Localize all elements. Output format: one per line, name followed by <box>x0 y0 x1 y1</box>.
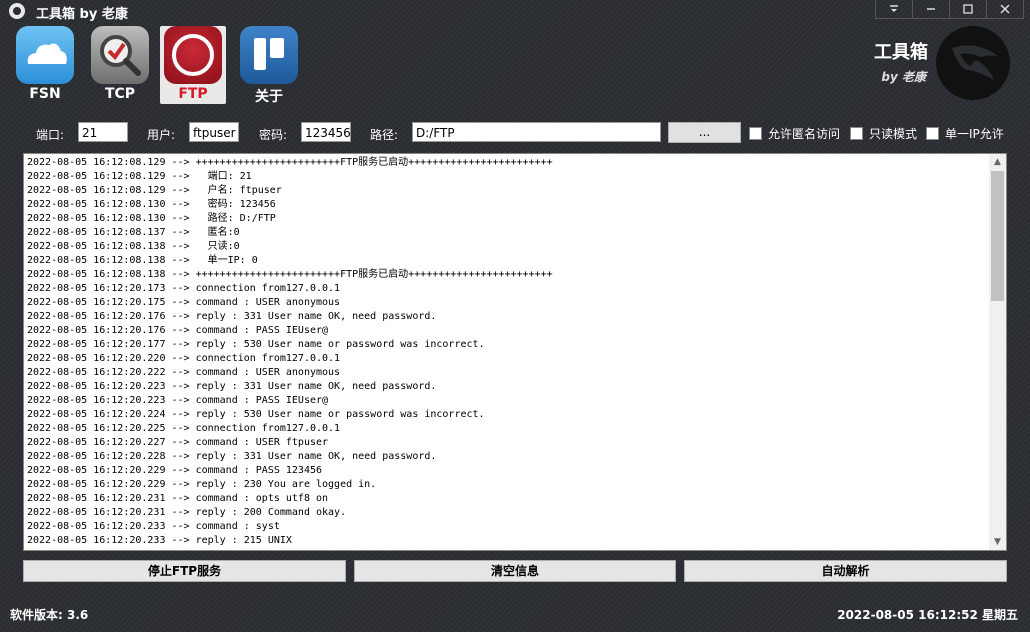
browse-button[interactable]: ... <box>668 122 741 143</box>
stop-ftp-button[interactable]: 停止FTP服务 <box>23 560 346 582</box>
swallow-logo-icon <box>936 26 1010 100</box>
log-line: 2022-08-05 16:12:20.220 --> connection f… <box>27 353 341 364</box>
scroll-down-icon[interactable]: ▼ <box>989 534 1006 550</box>
board-icon <box>240 26 298 84</box>
log-line: 2022-08-05 16:12:08.137 --> 匿名:0 <box>27 227 240 238</box>
cloud-icon <box>16 26 74 84</box>
dropdown-menu-icon[interactable] <box>876 0 912 18</box>
password-input[interactable]: 123456 <box>301 122 351 142</box>
log-line: 2022-08-05 16:12:20.229 --> command : PA… <box>27 465 323 476</box>
log-scrollbar[interactable]: ▲ ▼ <box>989 154 1006 550</box>
checkbox-icon <box>850 127 863 140</box>
user-label: 用户: <box>147 128 176 142</box>
allow-anonymous-checkbox[interactable]: 允许匿名访问 <box>749 125 840 142</box>
app-logo-icon <box>9 3 25 19</box>
tab-about-label: 关于 <box>255 89 283 105</box>
check-magnifier-icon <box>91 26 149 84</box>
current-datetime: 2022-08-05 16:12:52 星期五 <box>837 608 1018 622</box>
log-line: 2022-08-05 16:12:20.231 --> command : op… <box>27 493 329 504</box>
tab-fsn-label: FSN <box>29 86 61 102</box>
log-line: 2022-08-05 16:12:20.233 --> reply : 215 … <box>27 535 292 546</box>
tab-fsn[interactable]: FSN <box>14 26 80 104</box>
path-input[interactable]: D:/FTP <box>412 122 661 142</box>
log-lines: 2022-08-05 16:12:08.129 --> ++++++++++++… <box>27 156 987 548</box>
path-label: 路径: <box>370 128 399 142</box>
log-line: 2022-08-05 16:12:20.229 --> reply : 230 … <box>27 479 377 490</box>
log-output[interactable]: 2022-08-05 16:12:08.129 --> ++++++++++++… <box>23 153 1007 551</box>
readonly-checkbox[interactable]: 只读模式 <box>850 125 917 142</box>
brand: 工具箱 by 老康 <box>860 26 1020 102</box>
software-version: 软件版本: 3.6 <box>10 608 89 622</box>
log-line: 2022-08-05 16:12:20.228 --> reply : 331 … <box>27 451 437 462</box>
window-controls <box>875 0 1024 19</box>
tab-tcp[interactable]: TCP <box>89 26 155 104</box>
log-line: 2022-08-05 16:12:08.138 --> 只读:0 <box>27 241 240 252</box>
window-title: 工具箱 by 老康 <box>36 7 128 22</box>
user-input[interactable]: ftpuser <box>189 122 239 142</box>
minimize-icon[interactable] <box>912 0 949 18</box>
brand-title: 工具箱 <box>874 42 928 63</box>
single-ip-checkbox[interactable]: 单一IP允许 <box>926 125 1004 142</box>
log-line: 2022-08-05 16:12:08.129 --> 端口: 21 <box>27 171 252 182</box>
tab-tcp-label: TCP <box>104 86 136 102</box>
scroll-thumb[interactable] <box>991 171 1004 301</box>
log-line: 2022-08-05 16:12:08.138 --> 单一IP: 0 <box>27 255 258 266</box>
scroll-up-icon[interactable]: ▲ <box>989 154 1006 170</box>
log-line: 2022-08-05 16:12:20.175 --> command : US… <box>27 297 341 308</box>
action-buttons: 停止FTP服务 清空信息 自动解析 <box>0 560 1030 582</box>
port-label: 端口: <box>36 128 65 142</box>
brand-subtitle: by 老康 <box>881 70 926 84</box>
tab-ftp-label: FTP <box>178 86 208 102</box>
port-input[interactable]: 21 <box>78 122 128 142</box>
title-bar: 工具箱 by 老康 <box>0 0 1030 22</box>
log-line: 2022-08-05 16:12:20.233 --> command : sy… <box>27 521 280 532</box>
checkbox-icon <box>926 127 939 140</box>
log-line: 2022-08-05 16:12:08.130 --> 密码: 123456 <box>27 199 276 210</box>
log-line: 2022-08-05 16:12:08.129 --> 户名: ftpuser <box>27 185 282 196</box>
tab-about[interactable]: 关于 <box>238 26 304 105</box>
allow-anonymous-label: 允许匿名访问 <box>768 127 841 141</box>
maximize-icon[interactable] <box>949 0 986 18</box>
password-label: 密码: <box>259 128 288 142</box>
log-line: 2022-08-05 16:12:20.176 --> reply : 331 … <box>27 311 437 322</box>
ftp-settings-row: 端口: 21 用户: ftpuser 密码: 123456 路径: D:/FTP… <box>0 122 1030 144</box>
single-ip-label: 单一IP允许 <box>945 127 1004 141</box>
log-line: 2022-08-05 16:12:20.223 --> reply : 331 … <box>27 381 437 392</box>
log-line: 2022-08-05 16:12:20.223 --> command : PA… <box>27 395 329 406</box>
log-line: 2022-08-05 16:12:20.222 --> command : US… <box>27 367 341 378</box>
auto-parse-button[interactable]: 自动解析 <box>684 560 1007 582</box>
log-line: 2022-08-05 16:12:08.129 --> ++++++++++++… <box>27 157 553 168</box>
log-line: 2022-08-05 16:12:20.224 --> reply : 530 … <box>27 409 485 420</box>
status-bar: 软件版本: 3.6 2022-08-05 16:12:52 星期五 <box>0 606 1030 624</box>
tool-tabs: FSN TCP FTP 关于 <box>14 26 314 105</box>
log-line: 2022-08-05 16:12:20.173 --> connection f… <box>27 283 341 294</box>
close-icon[interactable] <box>986 0 1023 18</box>
log-line: 2022-08-05 16:12:08.130 --> 路径: D:/FTP <box>27 213 276 224</box>
checkbox-icon <box>749 127 762 140</box>
tab-ftp[interactable]: FTP <box>160 26 226 104</box>
log-line: 2022-08-05 16:12:08.138 --> ++++++++++++… <box>27 269 553 280</box>
log-line: 2022-08-05 16:12:20.225 --> connection f… <box>27 423 341 434</box>
ring-icon <box>164 26 222 84</box>
readonly-label: 只读模式 <box>869 127 918 141</box>
log-line: 2022-08-05 16:12:20.231 --> reply : 200 … <box>27 507 347 518</box>
log-line: 2022-08-05 16:12:20.177 --> reply : 530 … <box>27 339 485 350</box>
log-line: 2022-08-05 16:12:20.176 --> command : PA… <box>27 325 329 336</box>
log-line: 2022-08-05 16:12:20.227 --> command : US… <box>27 437 329 448</box>
clear-log-button[interactable]: 清空信息 <box>354 560 676 582</box>
